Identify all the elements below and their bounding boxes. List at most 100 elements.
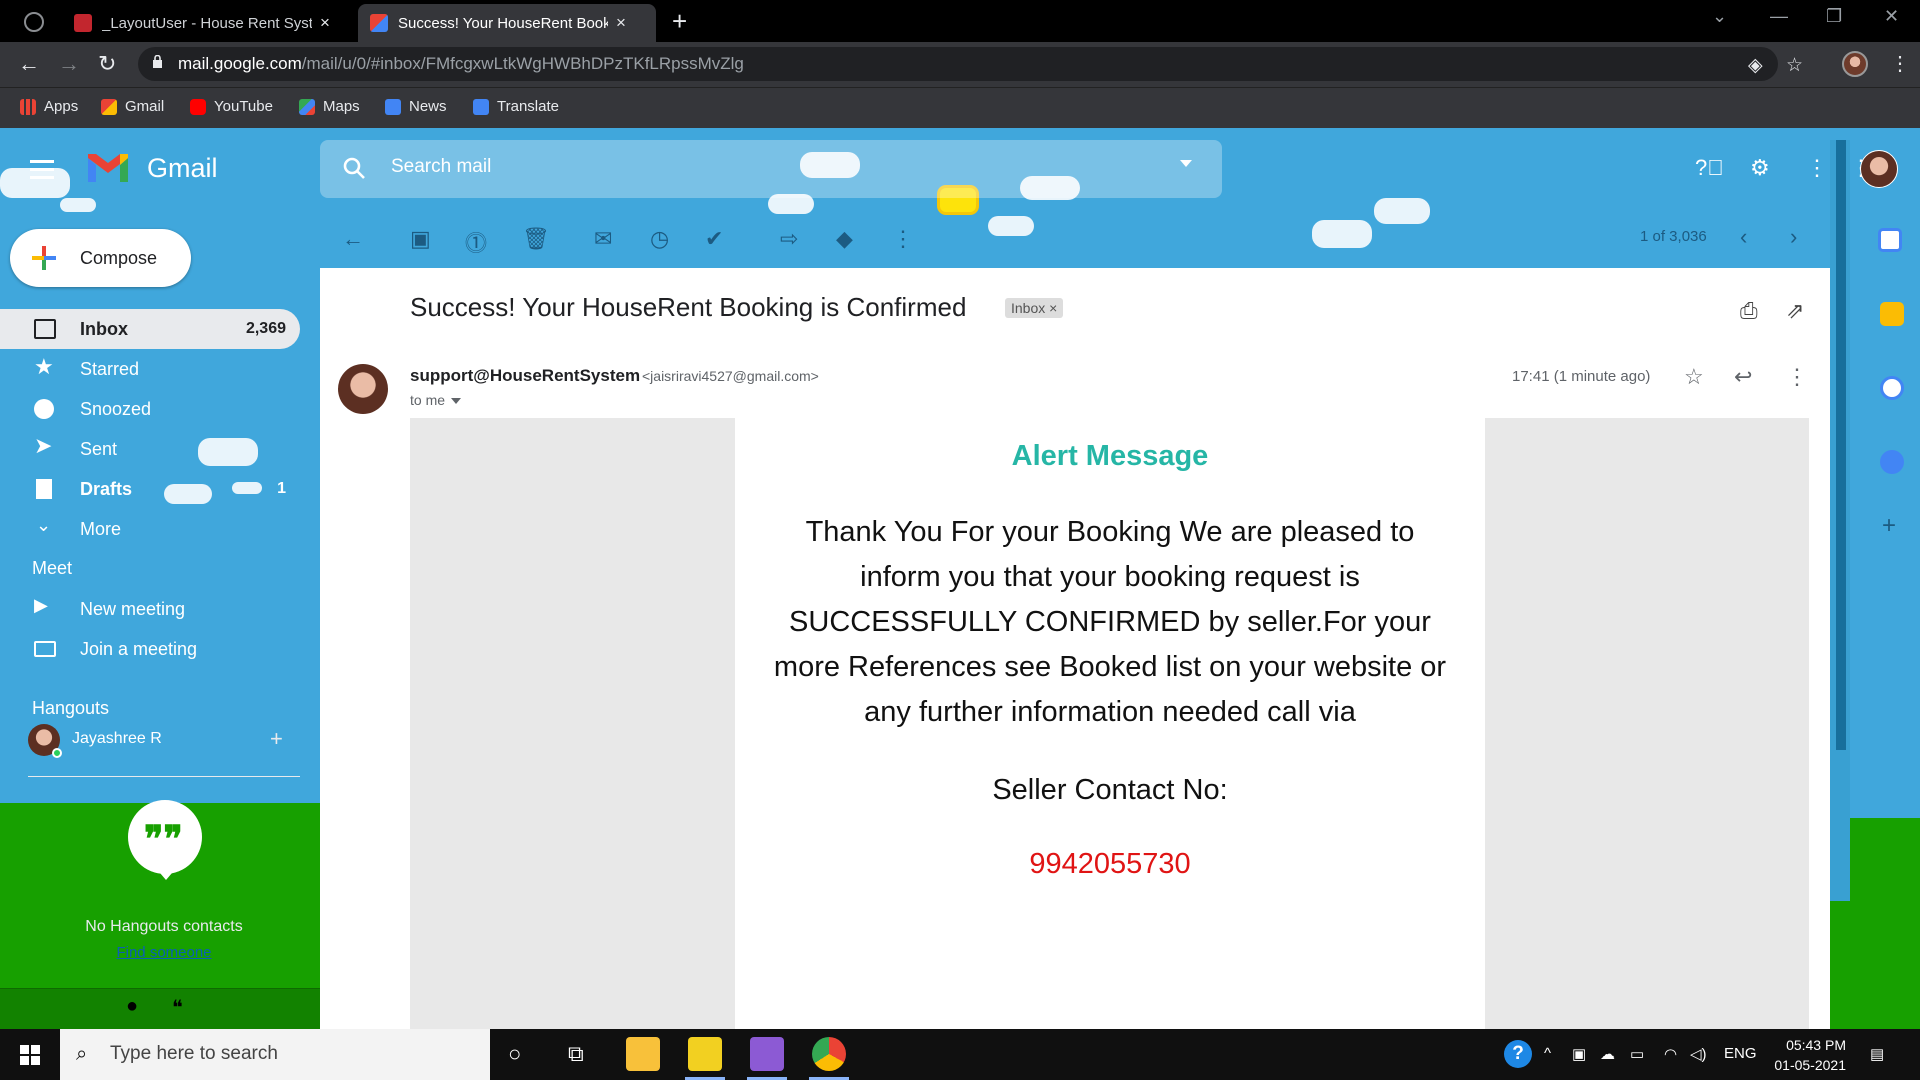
label-icon[interactable]: ◆: [836, 226, 853, 252]
notifications-icon[interactable]: ▤: [1870, 1045, 1884, 1063]
keep-icon[interactable]: [1880, 302, 1904, 326]
bookmark-news[interactable]: News: [385, 98, 447, 115]
tab-search-icon[interactable]: ⌄: [1712, 6, 1727, 27]
theme-cloud: [1312, 220, 1372, 248]
delete-icon[interactable]: 🗑: [522, 226, 550, 252]
bookmark-gmail[interactable]: Gmail: [101, 98, 164, 115]
open-new-window-icon[interactable]: ⇗: [1786, 298, 1804, 324]
add-contact-icon[interactable]: +: [270, 726, 283, 752]
help-icon[interactable]: ?⃝: [1695, 155, 1724, 181]
meet-now-icon[interactable]: ▣: [1572, 1045, 1586, 1063]
bookmark-apps[interactable]: Apps: [20, 98, 78, 115]
visual-studio-icon[interactable]: [750, 1037, 784, 1071]
account-avatar[interactable]: [1860, 150, 1898, 188]
battery-icon[interactable]: ▭: [1630, 1045, 1644, 1063]
print-icon[interactable]: ⎙: [1740, 298, 1758, 324]
add-addon-icon[interactable]: +: [1882, 512, 1896, 540]
onedrive-icon[interactable]: ☁: [1600, 1045, 1615, 1063]
bookmark-star-icon[interactable]: ☆: [1786, 54, 1803, 77]
back-to-inbox-icon[interactable]: ←: [342, 226, 364, 252]
sidebar-item-drafts[interactable]: Drafts 1: [0, 469, 300, 509]
search-options-icon[interactable]: [1180, 160, 1192, 167]
close-icon[interactable]: ×: [320, 13, 330, 33]
more-options-icon[interactable]: ⋮: [892, 226, 914, 252]
move-to-icon[interactable]: ⇨: [780, 226, 798, 252]
github-icon[interactable]: [24, 12, 44, 32]
search-input[interactable]: Search mail: [391, 156, 491, 178]
reload-icon[interactable]: ↻: [98, 51, 116, 77]
browser-tab-bar: _LayoutUser - House Rent System × Succes…: [0, 0, 1920, 42]
report-spam-icon[interactable]: ⓵: [465, 226, 487, 258]
search-icon[interactable]: [342, 156, 368, 182]
chevron-up-icon[interactable]: ^: [1544, 1045, 1551, 1062]
star-icon[interactable]: ☆: [1684, 364, 1704, 390]
browser-menu-icon[interactable]: ⋮: [1890, 51, 1910, 76]
main-menu-icon[interactable]: [30, 160, 54, 184]
sidebar-item-inbox[interactable]: Inbox 2,369: [0, 309, 300, 349]
volume-icon[interactable]: ◁): [1690, 1045, 1707, 1063]
windows-start-icon[interactable]: [20, 1045, 40, 1065]
sidebar-item-starred[interactable]: ★ Starred: [0, 349, 300, 389]
address-bar[interactable]: mail.google.com/mail/u/0/#inbox/FMfcgxwL…: [138, 47, 1803, 81]
scrollbar-thumb[interactable]: [1836, 140, 1846, 750]
chevron-right-icon[interactable]: ›: [1790, 224, 1797, 250]
tab-gmail-message[interactable]: Success! Your HouseRent Booking is Confi…: [358, 4, 656, 42]
more-options-icon[interactable]: ⋮: [1786, 364, 1808, 390]
star-icon: ★: [34, 354, 54, 379]
archive-icon[interactable]: ▣: [410, 226, 431, 252]
inbox-label-chip[interactable]: Inbox ×: [1005, 298, 1064, 318]
tab-layout-user[interactable]: _LayoutUser - House Rent System ×: [62, 4, 354, 42]
join-meeting-link[interactable]: Join a meeting: [0, 629, 300, 669]
compose-plus-icon: [32, 246, 56, 270]
sidebar-item-more[interactable]: ⌄ More: [0, 509, 300, 549]
compose-button[interactable]: Compose: [10, 229, 191, 287]
lock-icon: [153, 55, 162, 68]
hangouts-icon[interactable]: ❝: [172, 995, 183, 1020]
chevron-left-icon[interactable]: ‹: [1740, 224, 1747, 250]
close-icon[interactable]: ×: [616, 13, 626, 33]
gmail-app: Gmail Search mail ?⃝ ⚙ ⋮⋮⋮ Compose Inbox…: [0, 128, 1920, 1029]
taskbar-clock[interactable]: 05:43 PM 01-05-2021: [1768, 1035, 1846, 1075]
person-icon[interactable]: ●: [126, 995, 138, 1018]
contacts-icon[interactable]: [1880, 450, 1904, 474]
sidebar-item-snoozed[interactable]: Snoozed: [0, 389, 300, 429]
forward-icon[interactable]: →: [58, 51, 80, 77]
calendar-icon[interactable]: [1878, 228, 1902, 252]
minimize-icon[interactable]: —: [1770, 6, 1788, 27]
close-window-icon[interactable]: ✕: [1884, 6, 1899, 27]
chrome-icon[interactable]: [812, 1037, 846, 1071]
apps-grid-icon: [20, 98, 36, 115]
taskbar-search[interactable]: ⌕ Type here to search: [60, 1029, 490, 1080]
extension-icon[interactable]: ◈: [1748, 54, 1763, 77]
add-task-icon[interactable]: ✔: [705, 226, 723, 252]
send-icon: ➤: [34, 433, 53, 458]
bookmark-translate[interactable]: Translate: [473, 98, 559, 115]
message-time: 17:41 (1 minute ago): [1512, 368, 1651, 385]
mark-unread-icon[interactable]: ✉: [594, 226, 612, 252]
cortana-icon[interactable]: ○: [508, 1041, 521, 1067]
app-icon[interactable]: [688, 1037, 722, 1071]
find-someone-link[interactable]: Find someone: [0, 944, 328, 961]
inbox-count: 2,369: [245, 320, 286, 337]
sender-avatar: [338, 364, 388, 414]
restore-icon[interactable]: ❐: [1826, 6, 1842, 27]
search-bar[interactable]: Search mail: [320, 140, 1222, 198]
bookmark-youtube[interactable]: YouTube: [190, 98, 273, 115]
tasks-icon[interactable]: [1880, 376, 1904, 400]
recipients-toggle[interactable]: to me: [410, 392, 462, 408]
wifi-icon[interactable]: ◠: [1664, 1045, 1677, 1063]
snooze-icon[interactable]: ◷: [650, 226, 669, 252]
language-indicator[interactable]: ENG: [1724, 1045, 1757, 1062]
help-icon[interactable]: ?: [1504, 1040, 1532, 1068]
task-view-icon[interactable]: ⧉: [568, 1041, 584, 1067]
sidebar-item-sent[interactable]: ➤ Sent: [0, 429, 300, 469]
bookmark-maps[interactable]: Maps: [299, 98, 360, 115]
reply-icon[interactable]: ↩: [1734, 364, 1752, 390]
gear-icon[interactable]: ⚙: [1750, 155, 1770, 181]
new-tab-icon[interactable]: +: [672, 6, 687, 37]
file-explorer-icon[interactable]: [626, 1037, 660, 1071]
profile-avatar[interactable]: [1842, 51, 1868, 77]
theme-cloud: [988, 216, 1034, 236]
new-meeting-link[interactable]: ▶ New meeting: [0, 589, 300, 629]
back-icon[interactable]: ←: [18, 51, 40, 77]
